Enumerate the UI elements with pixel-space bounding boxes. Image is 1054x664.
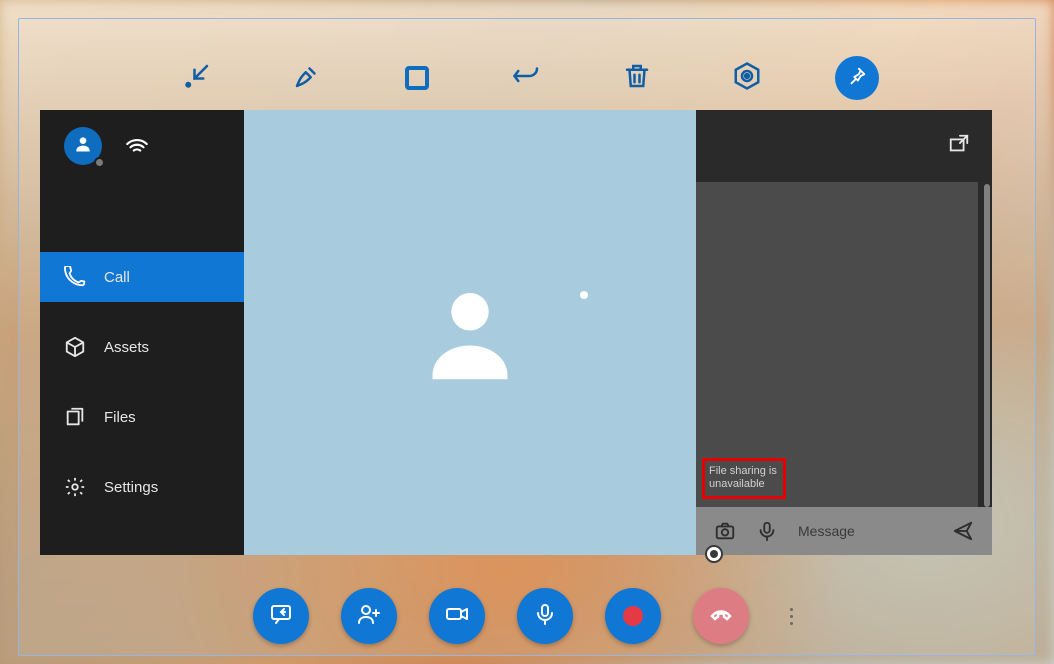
tool-arrow[interactable] [175, 56, 219, 100]
sidebar-item-settings[interactable]: Settings [40, 462, 244, 512]
tool-undo[interactable] [505, 56, 549, 100]
chat-header [696, 110, 992, 182]
undo-icon [512, 61, 542, 96]
remote-user-avatar-icon [425, 280, 515, 385]
control-chat[interactable] [253, 588, 309, 644]
arrow-collapse-icon [182, 61, 212, 96]
chat-input-row: Message [696, 507, 992, 555]
tooltip-line: File sharing is [709, 465, 777, 479]
sidebar-item-label: Settings [104, 479, 158, 496]
cursor-dot [580, 291, 588, 299]
status-dot [94, 157, 105, 168]
files-icon [64, 406, 86, 428]
control-more[interactable] [781, 588, 801, 644]
sidebar-item-label: Call [104, 269, 130, 286]
camera-badge [705, 545, 723, 563]
control-mic[interactable] [517, 588, 573, 644]
control-hangup[interactable] [693, 588, 749, 644]
file-sharing-tooltip: File sharing is unavailable [702, 458, 786, 500]
app-window: Call Assets Files Settings [40, 110, 992, 555]
sidebar-item-label: Files [104, 409, 136, 426]
video-panel [244, 110, 696, 555]
control-add-person[interactable] [341, 588, 397, 644]
hangup-icon [709, 602, 733, 631]
user-avatar[interactable] [64, 127, 102, 165]
sidebar-header [40, 110, 244, 182]
microphone-icon [533, 602, 557, 631]
signal-icon[interactable] [124, 131, 150, 162]
camera-icon[interactable] [714, 520, 736, 542]
control-record[interactable] [605, 588, 661, 644]
send-button[interactable] [952, 520, 974, 542]
scrollbar[interactable] [984, 184, 990, 507]
pin-icon [846, 65, 868, 92]
call-controls [0, 588, 1054, 644]
chat-icon [269, 602, 293, 631]
microphone-icon[interactable] [756, 520, 778, 542]
tool-pen[interactable] [285, 56, 329, 100]
popout-icon[interactable] [948, 133, 970, 160]
phone-icon [64, 266, 86, 288]
tool-delete[interactable] [615, 56, 659, 100]
chat-messages-area[interactable]: File sharing is unavailable [696, 182, 978, 507]
annotation-toolbar [0, 56, 1054, 100]
pin-button[interactable] [835, 56, 879, 100]
message-placeholder: Message [798, 523, 855, 539]
target-icon [732, 61, 762, 96]
sidebar-item-call[interactable]: Call [40, 252, 244, 302]
person-add-icon [357, 602, 381, 631]
control-video[interactable] [429, 588, 485, 644]
sidebar-item-assets[interactable]: Assets [40, 322, 244, 372]
cube-icon [64, 336, 86, 358]
message-input[interactable]: Message [798, 523, 932, 539]
tooltip-line: unavailable [709, 478, 777, 492]
tool-rectangle[interactable] [395, 56, 439, 100]
gear-icon [64, 476, 86, 498]
sidebar-item-label: Assets [104, 339, 149, 356]
pen-icon [292, 61, 322, 96]
rectangle-icon [405, 66, 429, 90]
chat-panel: File sharing is unavailable Message [696, 110, 992, 555]
sidebar-item-files[interactable]: Files [40, 392, 244, 442]
sidebar: Call Assets Files Settings [40, 110, 244, 555]
tool-target[interactable] [725, 56, 769, 100]
video-icon [445, 602, 469, 631]
trash-icon [622, 61, 652, 96]
record-icon [623, 606, 643, 626]
person-icon [73, 134, 93, 159]
